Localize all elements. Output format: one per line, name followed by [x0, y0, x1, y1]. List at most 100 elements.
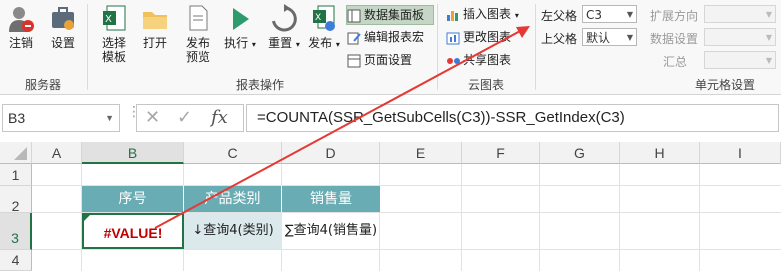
column-header-a[interactable]: A [32, 142, 82, 164]
expand-direction-select[interactable]: ▼ [704, 5, 776, 23]
page-setup-icon [347, 54, 361, 67]
row-header-3[interactable]: 3 [0, 213, 32, 250]
publish-button[interactable]: X 发布 ▾ [306, 4, 342, 52]
panel-icon [347, 9, 361, 22]
cell-b3-selected[interactable]: #VALUE! [82, 213, 184, 249]
row-header-1[interactable]: 1 [0, 164, 32, 186]
logout-label: 注销 [8, 36, 33, 50]
change-chart-label: 更改图表 [463, 30, 512, 44]
reset-button[interactable]: 重置 ▾ [266, 4, 302, 52]
column-header-g[interactable]: G [540, 142, 620, 164]
toolbox-icon [52, 7, 74, 30]
publish-preview-button[interactable]: 发布 预览 [180, 4, 216, 64]
column-header-c[interactable]: C [184, 142, 282, 164]
row-header-2[interactable]: 2 [0, 186, 32, 214]
formula-bar: B3 ▼ ⋮ ✕ ✓ fx =COUNTA(SSR_GetSubCells(C3… [0, 104, 781, 134]
run-button[interactable]: 执行 ▾ [222, 4, 258, 52]
gridline [461, 164, 462, 271]
name-box[interactable]: B3 ▼ [2, 104, 120, 132]
divider [535, 4, 536, 90]
gridline [32, 249, 781, 250]
column-header-h[interactable]: H [620, 142, 700, 164]
divider [87, 4, 88, 90]
select-template-label-2: 模板 [101, 50, 126, 64]
folder-icon [143, 12, 167, 29]
select-template-button[interactable]: X 选择 模板 [96, 4, 132, 64]
reset-label: 重置 [268, 36, 293, 50]
publish-preview-label-2: 预览 [185, 50, 210, 64]
insert-chart-button[interactable]: 插入图表 ▾ [446, 5, 519, 23]
cell-d3[interactable]: ∑查询4(销售量) [282, 213, 380, 249]
name-box-value: B3 [8, 110, 26, 126]
column-header-e[interactable]: E [380, 142, 462, 164]
share-chart-label: 共享图表 [463, 53, 512, 67]
divider [437, 4, 438, 90]
publish-label: 发布 [308, 36, 333, 50]
refresh-icon [272, 4, 297, 32]
edit-macro-icon [347, 32, 361, 44]
page-setup-button[interactable]: 页面设置 [347, 51, 412, 69]
error-indicator-icon [84, 215, 90, 221]
run-dropdown-icon[interactable]: ▾ [252, 40, 256, 49]
gridline [619, 164, 620, 271]
expand-direction-label: 扩展方向 [650, 9, 699, 23]
column-header-i[interactable]: I [700, 142, 781, 164]
gridline [539, 164, 540, 271]
chevron-down-icon: ▼ [765, 10, 772, 19]
share-chart-icon [447, 57, 460, 64]
cell-b2[interactable]: 序号 [82, 186, 184, 212]
publish-dropdown-icon[interactable]: ▾ [336, 40, 340, 49]
svg-text:X: X [315, 13, 321, 23]
summary-label: 汇总 [663, 55, 688, 69]
cell-d2[interactable]: 销售量 [282, 186, 380, 212]
top-parent-select[interactable]: 默认 ▼ [582, 28, 637, 46]
excel-template-icon: X [103, 5, 126, 31]
dataset-panel-button[interactable]: 数据集面板 [346, 5, 434, 25]
group-label-cloud-chart: 云图表 [467, 78, 504, 92]
formula-input[interactable]: =COUNTA(SSR_GetSubCells(C3))-SSR_GetInde… [246, 104, 779, 132]
insert-chart-label: 插入图表 [463, 7, 512, 21]
publish-preview-label: 发布 [185, 36, 210, 50]
document-preview-icon [189, 5, 208, 31]
logout-button[interactable]: 注销 [4, 4, 38, 50]
insert-function-icon[interactable]: fx [211, 107, 228, 128]
select-all-corner[interactable] [0, 142, 32, 164]
page-setup-label: 页面设置 [364, 53, 413, 67]
cell-c2[interactable]: 产品类别 [184, 186, 282, 212]
edit-macro-button[interactable]: 编辑报表宏 [347, 28, 424, 46]
left-parent-select[interactable]: C3 ▼ [582, 5, 637, 23]
data-settings-label: 数据设置 [650, 32, 699, 46]
gridline [699, 164, 700, 271]
settings-label: 设置 [50, 36, 75, 50]
data-settings-select[interactable]: ▼ [704, 28, 776, 46]
settings-button[interactable]: 设置 [46, 4, 80, 50]
column-header-b[interactable]: B [82, 142, 184, 164]
reset-dropdown-icon[interactable]: ▾ [296, 40, 300, 49]
run-label: 执行 [224, 36, 249, 50]
left-parent-value: C3 [586, 8, 603, 22]
insert-chart-dropdown-icon[interactable]: ▾ [515, 11, 519, 20]
cancel-icon[interactable]: ✕ [145, 107, 160, 128]
group-label-server: 服务器 [24, 78, 61, 92]
chevron-down-icon: ▼ [626, 10, 633, 19]
row-header-4[interactable]: 4 [0, 250, 32, 271]
dataset-panel-label: 数据集面板 [364, 8, 425, 22]
change-chart-button[interactable]: 更改图表 [446, 28, 511, 46]
cell-c3[interactable]: ↓查询4(类别) [184, 213, 282, 249]
chevron-down-icon: ▼ [105, 113, 114, 123]
group-label-cell-settings: 单元格设置 [694, 78, 755, 92]
enter-icon[interactable]: ✓ [177, 107, 192, 128]
open-label: 打开 [142, 36, 167, 50]
spreadsheet-grid: A B C D E F G H I 1 2 3 4 序号 产品类别 销售量 #V… [0, 142, 781, 271]
left-parent-label: 左父格 [541, 9, 578, 23]
summary-select[interactable]: ▼ [704, 51, 776, 69]
open-button[interactable]: 打开 [138, 4, 172, 50]
column-header-d[interactable]: D [282, 142, 380, 164]
bar-chart-icon [447, 10, 458, 21]
formula-buttons: ✕ ✓ fx [136, 104, 244, 132]
change-chart-icon [446, 32, 460, 44]
share-chart-button[interactable]: 共享图表 [446, 51, 511, 69]
group-label-report-ops: 报表操作 [235, 78, 284, 92]
column-header-f[interactable]: F [462, 142, 540, 164]
select-template-label: 选择 [101, 36, 126, 50]
